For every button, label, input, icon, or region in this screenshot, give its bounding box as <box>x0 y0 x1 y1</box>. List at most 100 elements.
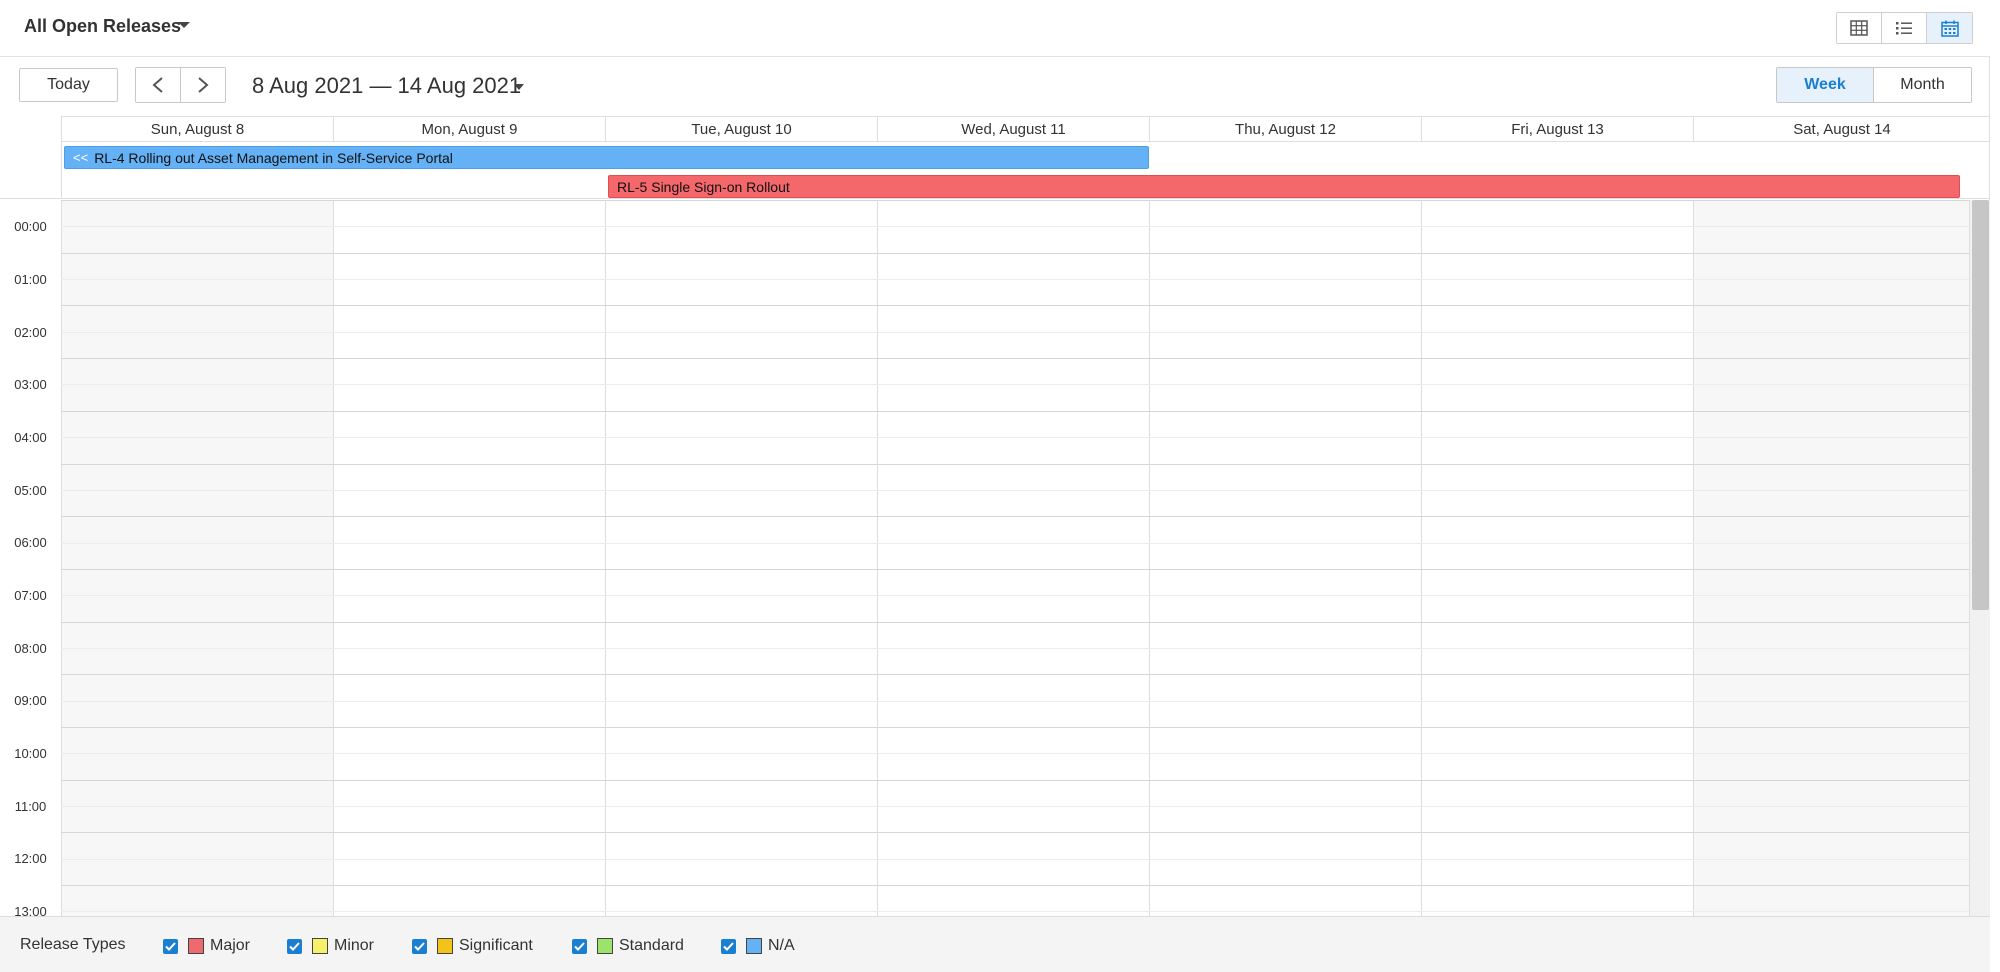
day-header: Wed, August 11 <box>877 117 1149 141</box>
all-day-events-row: << RL-4 Rolling out Asset Management in … <box>0 142 1990 199</box>
hour-line <box>61 569 1969 570</box>
half-hour-line <box>61 753 1969 754</box>
half-hour-line <box>61 437 1969 438</box>
legend-label: N/A <box>768 937 795 954</box>
legend-title: Release Types <box>20 936 126 953</box>
check-icon <box>165 941 176 951</box>
time-grid[interactable]: 00:00 01:00 02:00 03:00 04:00 05:00 06:0… <box>0 200 1990 916</box>
time-label: 02:00 <box>14 325 47 340</box>
check-icon <box>289 941 300 951</box>
legend-label: Significant <box>459 937 533 954</box>
calendar-view-button[interactable] <box>1927 13 1972 43</box>
hour-line <box>61 780 1969 781</box>
top-header: All Open Releases <box>0 0 1990 57</box>
checkbox[interactable] <box>163 938 178 954</box>
next-week-button[interactable] <box>180 68 225 102</box>
hour-line <box>61 516 1969 517</box>
day-column-sat[interactable] <box>1693 200 1969 916</box>
time-label: 03:00 <box>14 377 47 392</box>
hour-line <box>61 253 1969 254</box>
legend-item-na[interactable]: N/A <box>721 937 795 955</box>
half-hour-line <box>61 595 1969 596</box>
checkbox[interactable] <box>721 938 736 954</box>
view-mode-switch <box>1836 12 1973 44</box>
time-gutter: 00:00 01:00 02:00 03:00 04:00 05:00 06:0… <box>0 200 61 916</box>
event-label: RL-5 Single Sign-on Rollout <box>617 178 790 195</box>
half-hour-line <box>61 384 1969 385</box>
day-header-row: Sun, August 8 Mon, August 9 Tue, August … <box>61 116 1990 142</box>
period-mode-switch: Week Month <box>1776 67 1972 103</box>
release-event-rl-5[interactable]: RL-5 Single Sign-on Rollout <box>608 175 1960 198</box>
half-hour-line <box>61 226 1969 227</box>
legend-label: Minor <box>334 937 375 954</box>
legend-item-significant[interactable]: Significant <box>412 937 533 955</box>
half-hour-line <box>61 648 1969 649</box>
hour-line <box>61 727 1969 728</box>
time-label: 11:00 <box>14 799 47 814</box>
time-label: 10:00 <box>14 746 47 761</box>
release-types-legend: Release Types Major Minor Significant St… <box>0 916 1990 972</box>
color-swatch <box>746 938 762 954</box>
week-mode-button[interactable]: Week <box>1777 68 1874 102</box>
list-view-button[interactable] <box>1882 13 1927 43</box>
half-hour-line <box>61 543 1969 544</box>
checkbox[interactable] <box>287 938 302 954</box>
day-column-thu[interactable] <box>1149 200 1421 916</box>
half-hour-line <box>61 279 1969 280</box>
legend-label: Standard <box>619 937 684 954</box>
date-navigation <box>135 67 226 103</box>
color-swatch <box>188 938 204 954</box>
release-event-rl-4[interactable]: << RL-4 Rolling out Asset Management in … <box>64 146 1149 169</box>
day-column-fri[interactable] <box>1421 200 1693 916</box>
legend-item-minor[interactable]: Minor <box>287 937 374 955</box>
today-button[interactable]: Today <box>19 68 118 102</box>
half-hour-line <box>61 911 1969 912</box>
caret-down-icon[interactable] <box>178 22 190 28</box>
calendar-icon <box>1940 20 1959 37</box>
day-column-mon[interactable] <box>333 200 605 916</box>
day-column-sun[interactable] <box>61 200 333 916</box>
grid-view-button[interactable] <box>1837 13 1882 43</box>
hour-line <box>61 622 1969 623</box>
half-hour-line <box>61 490 1969 491</box>
time-label: 05:00 <box>14 483 47 498</box>
day-header: Fri, August 13 <box>1421 117 1693 141</box>
legend-item-standard[interactable]: Standard <box>572 937 684 955</box>
time-label: 13:00 <box>14 904 47 916</box>
day-column-tue[interactable] <box>605 200 877 916</box>
checkbox[interactable] <box>412 938 427 954</box>
time-label: 01:00 <box>14 272 47 287</box>
day-header: Mon, August 9 <box>333 117 605 141</box>
checkbox[interactable] <box>572 938 587 954</box>
view-selector-title[interactable]: All Open Releases <box>24 16 181 37</box>
time-label: 04:00 <box>14 430 47 445</box>
day-column-wed[interactable] <box>877 200 1149 916</box>
color-swatch <box>437 938 453 954</box>
date-range-picker[interactable]: 8 Aug 2021 — 14 Aug 2021 <box>252 73 521 99</box>
time-label: 06:00 <box>14 535 47 550</box>
month-mode-button[interactable]: Month <box>1874 68 1971 102</box>
hour-line <box>61 464 1969 465</box>
previous-week-button[interactable] <box>136 68 181 102</box>
time-label: 09:00 <box>14 693 47 708</box>
legend-item-major[interactable]: Major <box>163 937 250 955</box>
hour-line <box>61 358 1969 359</box>
check-icon <box>414 941 425 951</box>
day-header: Tue, August 10 <box>605 117 877 141</box>
hour-line <box>61 305 1969 306</box>
time-label: 12:00 <box>14 851 47 866</box>
hour-line <box>61 200 1969 201</box>
check-icon <box>723 941 734 951</box>
chevron-right-icon <box>198 77 209 93</box>
day-header: Sun, August 8 <box>61 117 333 141</box>
week-calendar: Sun, August 8 Mon, August 9 Tue, August … <box>0 116 1990 916</box>
hour-line <box>61 885 1969 886</box>
caret-down-icon[interactable] <box>514 84 524 90</box>
vertical-scrollbar[interactable] <box>1969 200 1990 916</box>
scrollbar-thumb[interactable] <box>1972 200 1989 610</box>
time-label: 07:00 <box>14 588 47 603</box>
hour-line <box>61 411 1969 412</box>
color-swatch <box>597 938 613 954</box>
half-hour-line <box>61 332 1969 333</box>
event-label: RL-4 Rolling out Asset Management in Sel… <box>94 149 453 166</box>
